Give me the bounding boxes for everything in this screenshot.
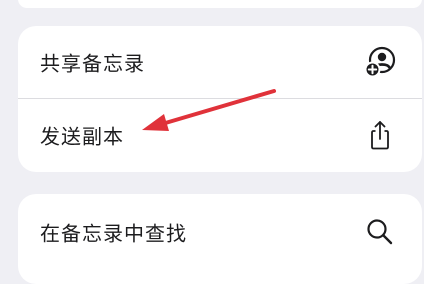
find-in-note-label: 在备忘录中查找: [40, 221, 187, 246]
share-upload-icon: [371, 121, 389, 150]
find-in-note-menu-item[interactable]: 在备忘录中查找: [18, 196, 422, 268]
previous-menu-card: [18, 0, 422, 8]
search-icon: [367, 219, 393, 245]
find-menu-card: 在备忘录中查找: [18, 194, 422, 284]
share-note-label: 共享备忘录: [40, 51, 145, 76]
send-copy-label: 发送副本: [40, 124, 124, 149]
share-note-person-plus-icon: [364, 46, 396, 78]
share-note-menu-item[interactable]: 共享备忘录: [18, 26, 422, 98]
send-copy-menu-item[interactable]: 发送副本: [18, 99, 422, 171]
share-menu-card: 共享备忘录 发送副本: [18, 26, 422, 172]
